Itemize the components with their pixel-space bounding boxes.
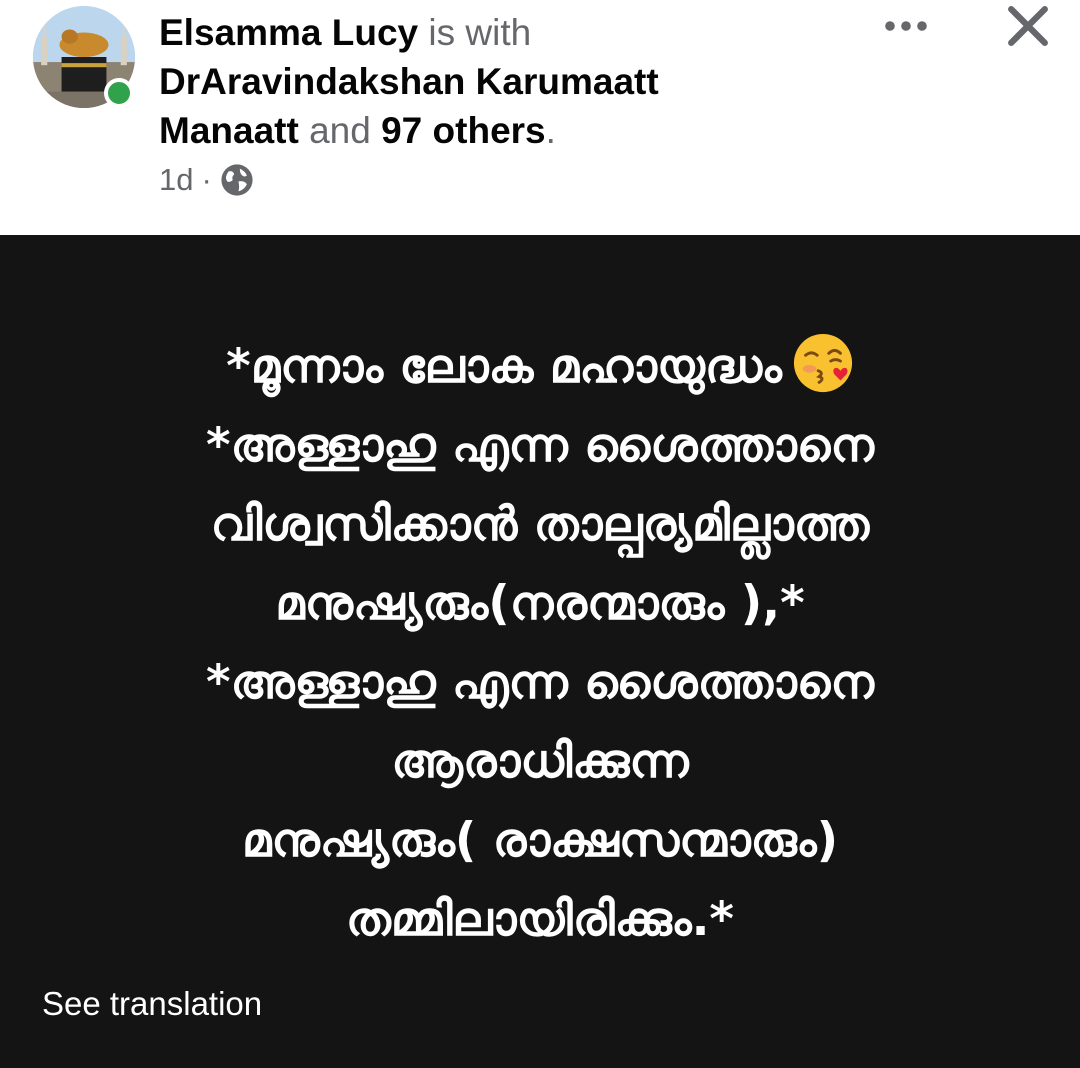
and-text: and: [309, 110, 371, 151]
post-line-8: തമ്മിലായിരിക്കും.*: [345, 892, 735, 947]
online-status-dot: [104, 78, 134, 108]
others-link[interactable]: 97 others: [381, 110, 546, 151]
period-text: .: [545, 110, 556, 151]
close-icon: [1008, 6, 1048, 46]
is-with-text: is with: [428, 12, 532, 53]
see-translation-link[interactable]: See translation: [42, 985, 262, 1023]
post-line-4: മനുഷ്യരും(നരന്മാരും ),*: [275, 576, 805, 631]
globe-icon[interactable]: [220, 163, 254, 197]
meta-separator: ·: [201, 162, 212, 197]
post-line-1: *മൂന്നാം ലോക മഹായുദ്ധം: [40, 327, 1040, 406]
close-button[interactable]: [1000, 0, 1056, 52]
post-content-area: *മൂന്നാം ലോക മഹായുദ്ധം *അള്ളാഹു എന്ന ശൈത…: [0, 235, 1080, 1068]
kissing-face-emoji-icon: [793, 333, 852, 393]
post-time[interactable]: 1d: [159, 162, 193, 198]
post-header: Elsamma Lucy is with DrAravindakshan Kar…: [0, 0, 1080, 235]
post-line-6: ആരാധിക്കുന്ന: [391, 734, 689, 789]
post-line-2: *അള്ളാഹു എന്ന ശൈത്താനെ: [206, 418, 874, 473]
post-attribution: Elsamma Lucy is with DrAravindakshan Kar…: [159, 8, 779, 155]
post-text: *മൂന്നാം ലോക മഹായുദ്ധം *അള്ളാഹു എന്ന ശൈത…: [40, 327, 1040, 959]
post-line-5: *അള്ളാഹു എന്ന ശൈത്താനെ: [206, 655, 874, 710]
more-options-button[interactable]: [878, 6, 934, 46]
more-horizontal-icon: [885, 21, 927, 31]
author-name[interactable]: Elsamma Lucy: [159, 12, 418, 53]
post-line-7: മനുഷ്യരും( രാക്ഷസന്മാരും): [241, 813, 839, 868]
post-line-1-text: *മൂന്നാം ലോക മഹായുദ്ധം: [226, 339, 782, 394]
post-meta: 1d ·: [159, 162, 254, 198]
post-line-3: വിശ്വസിക്കാൻ താല്പര്യമില്ലാത്ത: [210, 497, 870, 552]
